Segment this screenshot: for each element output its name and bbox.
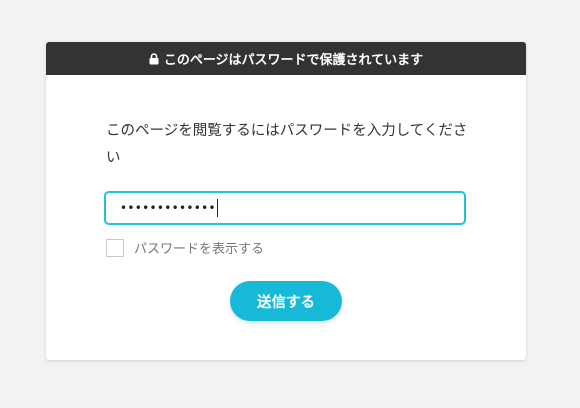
protection-banner: このページはパスワードで保護されています <box>46 42 526 75</box>
show-password-row[interactable]: パスワードを表示する <box>106 238 264 257</box>
show-password-label[interactable]: パスワードを表示する <box>134 238 264 257</box>
password-prompt: このページを閲覧するにはパスワードを入力してください <box>106 123 468 166</box>
password-input[interactable]: ••••••••••••• <box>104 191 466 225</box>
submit-button[interactable]: 送信する <box>230 281 342 321</box>
password-protect-card: このページはパスワードで保護されています このページを閲覧するにはパスワードを入… <box>46 42 526 360</box>
lock-icon <box>149 52 159 65</box>
password-value: ••••••••••••• <box>120 201 216 215</box>
show-password-checkbox[interactable] <box>106 238 124 257</box>
banner-text: このページはパスワードで保護されています <box>163 53 424 68</box>
text-caret <box>216 199 218 217</box>
